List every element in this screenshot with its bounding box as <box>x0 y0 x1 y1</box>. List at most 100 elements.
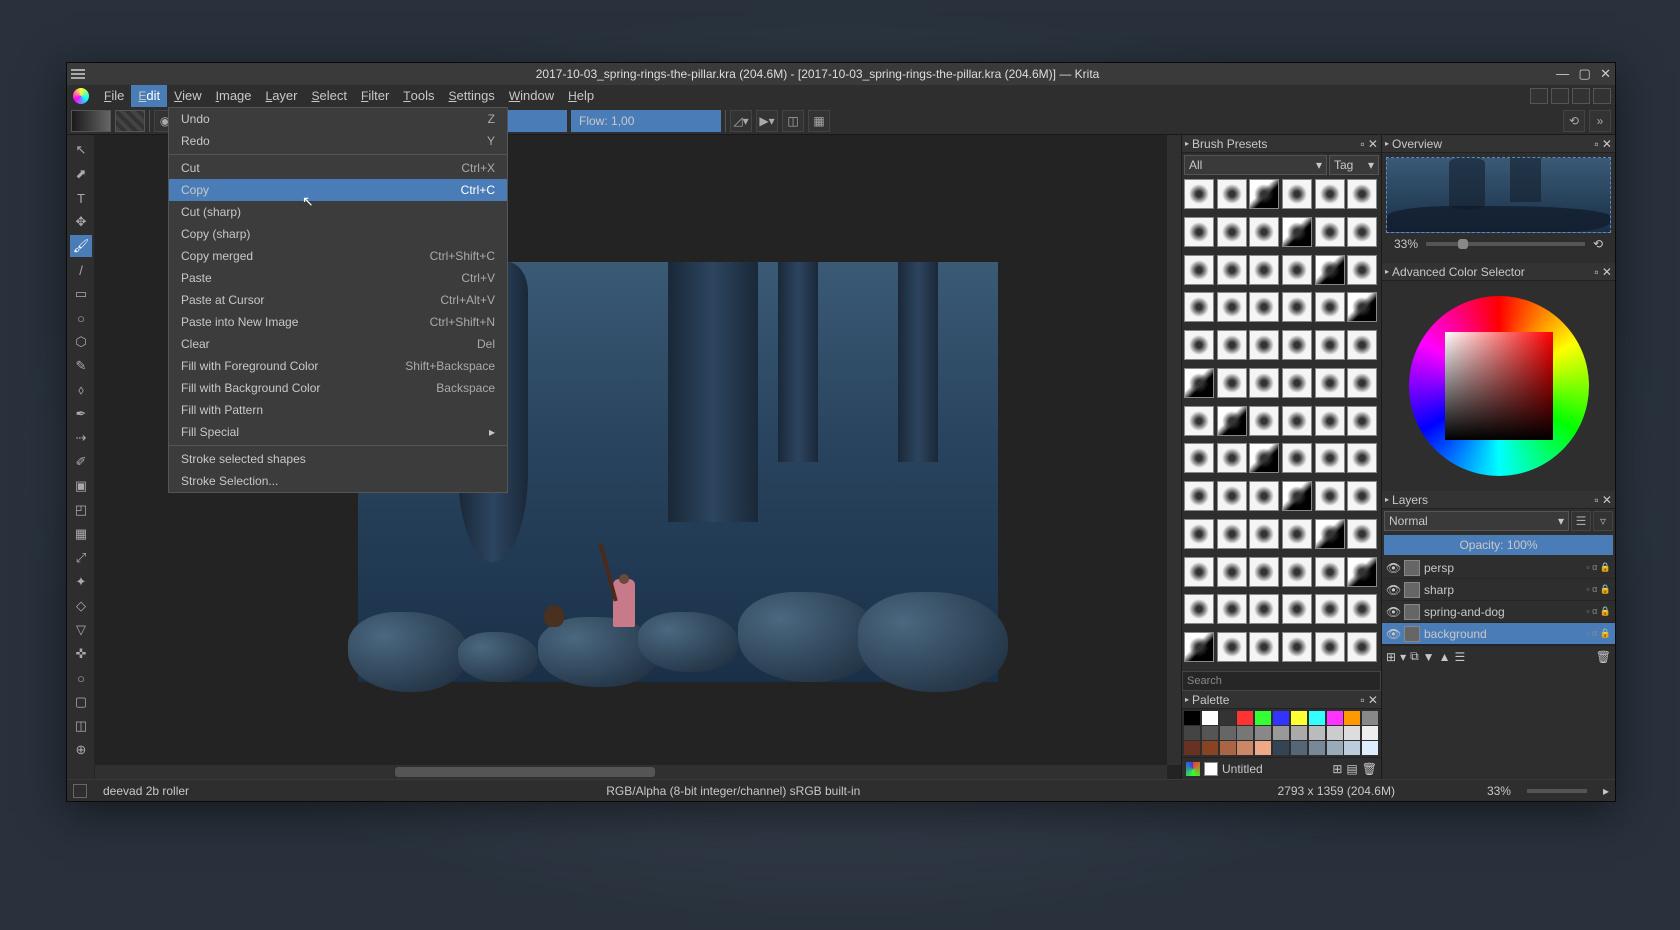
brush-preset[interactable] <box>1249 292 1279 322</box>
blend-mode-combo[interactable]: Normal▾ <box>1384 511 1569 531</box>
brush-preset[interactable] <box>1282 179 1312 209</box>
palette-color[interactable] <box>1184 726 1200 740</box>
tool-11[interactable]: ✒ <box>70 403 92 425</box>
zoom-slider[interactable] <box>1527 789 1587 793</box>
tool-4[interactable]: 🖌 <box>70 235 92 257</box>
palette-color[interactable] <box>1291 741 1307 755</box>
palette-color[interactable] <box>1291 711 1307 725</box>
brush-preset[interactable] <box>1217 292 1247 322</box>
brush-preset[interactable] <box>1347 330 1377 360</box>
brush-preset[interactable] <box>1217 594 1247 624</box>
move-down-button[interactable]: ▼ <box>1423 650 1435 664</box>
layer-filter-icon[interactable]: ☰ <box>1571 511 1591 531</box>
palette-color[interactable] <box>1362 741 1378 755</box>
brush-preset[interactable] <box>1347 368 1377 398</box>
delete-layer-button[interactable]: 🗑 <box>1596 650 1611 664</box>
menu-item-clear[interactable]: ClearDel <box>169 333 507 355</box>
brush-preset[interactable] <box>1282 481 1312 511</box>
duplicate-layer-button[interactable]: ⧉ <box>1410 649 1419 664</box>
brush-preset[interactable] <box>1249 255 1279 285</box>
palette-color[interactable] <box>1220 726 1236 740</box>
layer-flags[interactable]: ▫ α 🔒 <box>1586 584 1611 595</box>
brush-search-input[interactable]: Search <box>1182 671 1381 691</box>
brush-preset[interactable] <box>1347 179 1377 209</box>
brush-preset[interactable] <box>1184 406 1214 436</box>
brush-presets-header[interactable]: Brush Presets▫ ✕ <box>1182 135 1381 153</box>
tool-7[interactable]: ○ <box>70 307 92 329</box>
visibility-icon[interactable]: 👁 <box>1386 561 1400 575</box>
preset-filter-tag[interactable]: Tag▾ <box>1329 155 1379 175</box>
tool-19[interactable]: ◇ <box>70 595 92 617</box>
palette-color[interactable] <box>1344 741 1360 755</box>
brush-preset[interactable] <box>1347 443 1377 473</box>
brush-preset[interactable] <box>1184 481 1214 511</box>
brush-preset[interactable] <box>1184 594 1214 624</box>
brush-preset[interactable] <box>1249 406 1279 436</box>
brush-preset[interactable] <box>1217 406 1247 436</box>
tool-3[interactable]: ✥ <box>70 211 92 233</box>
palette-color[interactable] <box>1344 711 1360 725</box>
close-button[interactable]: ✕ <box>1600 66 1611 81</box>
brush-preset[interactable] <box>1184 255 1214 285</box>
menu-layer[interactable]: Layer <box>259 85 305 107</box>
brush-preset[interactable] <box>1249 330 1279 360</box>
menu-filter[interactable]: Filter <box>354 85 396 107</box>
tool-2[interactable]: T <box>70 187 92 209</box>
brush-preset[interactable] <box>1282 632 1312 662</box>
mirror-h-button[interactable]: ◿▾ <box>730 110 752 132</box>
brush-preset[interactable] <box>1347 519 1377 549</box>
tool-23[interactable]: ▢ <box>70 691 92 713</box>
chevron-button[interactable]: » <box>1589 110 1611 132</box>
palette-color[interactable] <box>1291 726 1307 740</box>
menu-edit[interactable]: Edit <box>131 85 167 107</box>
brush-preset[interactable] <box>1282 443 1312 473</box>
brush-preset-grid[interactable] <box>1182 177 1381 671</box>
brush-preset[interactable] <box>1184 330 1214 360</box>
palette-color[interactable] <box>1273 741 1289 755</box>
maximize-button[interactable]: ▢ <box>1578 66 1590 81</box>
brush-preset[interactable] <box>1315 368 1345 398</box>
brush-preset[interactable] <box>1184 632 1214 662</box>
brush-preset[interactable] <box>1249 594 1279 624</box>
brush-preset[interactable] <box>1217 632 1247 662</box>
brush-preset[interactable] <box>1249 519 1279 549</box>
menu-settings[interactable]: Settings <box>441 85 501 107</box>
brush-preset[interactable] <box>1249 632 1279 662</box>
selection-mode-icon[interactable] <box>73 784 87 798</box>
brush-preset[interactable] <box>1249 443 1279 473</box>
tool-0[interactable]: ↖ <box>70 139 92 161</box>
palette-color[interactable] <box>1327 711 1343 725</box>
brush-preset[interactable] <box>1282 330 1312 360</box>
palette-color[interactable] <box>1202 741 1218 755</box>
brush-preset[interactable] <box>1282 594 1312 624</box>
tool-5[interactable]: / <box>70 259 92 281</box>
brush-preset[interactable] <box>1217 255 1247 285</box>
palette-color[interactable] <box>1273 726 1289 740</box>
brush-preset[interactable] <box>1184 519 1214 549</box>
brush-preset[interactable] <box>1184 292 1214 322</box>
palette-color[interactable] <box>1255 741 1271 755</box>
brush-preset[interactable] <box>1282 557 1312 587</box>
palette-color[interactable] <box>1220 741 1236 755</box>
layer-flags[interactable]: ▫ α 🔒 <box>1586 606 1611 617</box>
brush-preset[interactable] <box>1249 481 1279 511</box>
color-selector-header[interactable]: Advanced Color Selector▫ ✕ <box>1382 263 1615 281</box>
title-bar[interactable]: 2017-10-03_spring-rings-the-pillar.kra (… <box>67 63 1615 85</box>
palette-color[interactable] <box>1184 741 1200 755</box>
menu-item-paste-into-new-image[interactable]: Paste into New ImageCtrl+Shift+N <box>169 311 507 333</box>
brush-preset[interactable] <box>1315 292 1345 322</box>
brush-preset[interactable] <box>1347 557 1377 587</box>
brush-preset[interactable] <box>1217 443 1247 473</box>
menu-item-redo[interactable]: RedoY <box>169 130 507 152</box>
palette-color[interactable] <box>1362 726 1378 740</box>
tool-12[interactable]: ⇢ <box>70 427 92 449</box>
layers-header[interactable]: Layers▫ ✕ <box>1382 491 1615 509</box>
palette-color[interactable] <box>1202 711 1218 725</box>
palette-color[interactable] <box>1237 711 1253 725</box>
menu-item-copy[interactable]: CopyCtrl+C <box>169 179 507 201</box>
tool-22[interactable]: ○ <box>70 667 92 689</box>
palette-add-icon[interactable]: ⊞ <box>1332 762 1342 776</box>
layer-flags[interactable]: ▫ α 🔒 <box>1586 562 1611 573</box>
brush-preset[interactable] <box>1184 217 1214 247</box>
mirror-v-button[interactable]: ▶▾ <box>756 110 778 132</box>
